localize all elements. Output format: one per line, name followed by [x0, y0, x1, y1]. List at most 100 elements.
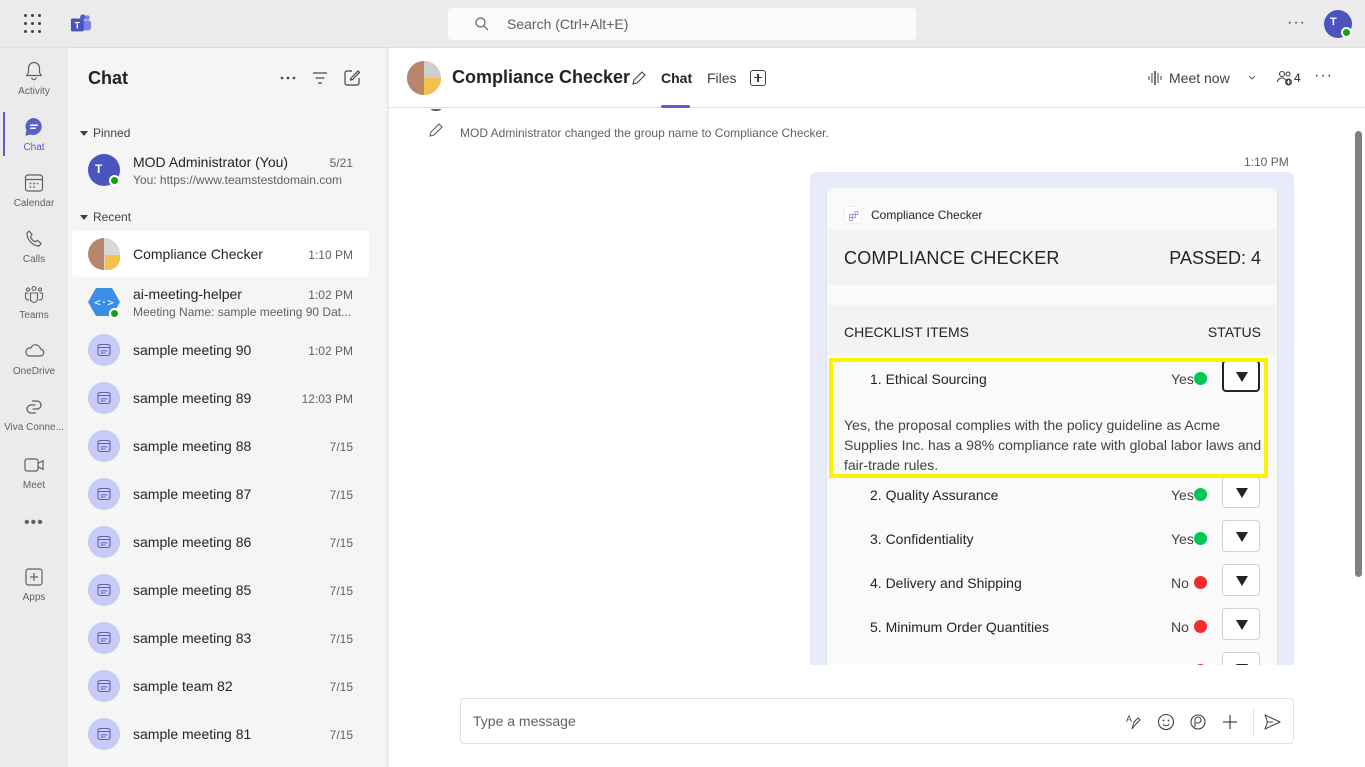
meet-now-button[interactable]: Meet now	[1147, 69, 1230, 89]
rail-item-apps[interactable]: Apps	[0, 558, 68, 614]
more-apps-button[interactable]: •••	[24, 514, 44, 532]
rail-item-viva-connections[interactable]: Viva Conne...	[0, 388, 68, 444]
caret-down-icon	[1236, 664, 1248, 665]
chat-item-compliance-checker[interactable]: Compliance Checker 1:10 PM	[72, 231, 369, 277]
rail-label: Meet	[22, 480, 46, 491]
search-input[interactable]: Search (Ctrl+Alt+E)	[448, 8, 916, 40]
chat-item-meeting[interactable]: sample meeting 85 7/15	[72, 567, 369, 613]
chat-time: 7/15	[329, 584, 353, 598]
expand-details-button[interactable]	[1222, 476, 1260, 508]
checklist-item-label: 3. Confidentiality	[870, 531, 974, 547]
caret-down-icon	[1236, 532, 1248, 542]
attach-plus-icon[interactable]	[1220, 712, 1240, 732]
checklist-item-label: 2. Quality Assurance	[870, 487, 999, 503]
profile-avatar[interactable]: T	[1324, 10, 1352, 38]
checklist-item-label: 4. Delivery and Shipping	[870, 575, 1022, 591]
expand-details-button[interactable]	[1222, 608, 1260, 640]
format-icon[interactable]: A	[1124, 712, 1144, 732]
chat-name: Compliance Checker	[133, 246, 263, 262]
rail-item-activity[interactable]: Activity	[0, 52, 68, 108]
section-label: Pinned	[93, 126, 131, 140]
viva-connections-icon	[26, 400, 42, 414]
chat-item-meeting[interactable]: sample meeting 86 7/15	[72, 519, 369, 565]
app-icon	[844, 206, 862, 224]
settings-more-button[interactable]: ···	[1287, 14, 1306, 32]
rail-item-calls[interactable]: Calls	[0, 220, 68, 276]
new-chat-icon[interactable]	[342, 68, 362, 88]
meeting-avatar	[88, 334, 120, 366]
tab-files[interactable]: Files	[707, 70, 737, 86]
chat-item-meeting[interactable]: sample team 82 7/15	[72, 663, 369, 709]
calendar-icon	[97, 679, 111, 693]
chat-time: 7/15	[329, 680, 353, 694]
chat-name: sample meeting 87	[133, 486, 252, 502]
send-icon[interactable]	[1262, 712, 1282, 732]
meeting-avatar	[88, 718, 120, 750]
status-dot-icon	[1194, 488, 1207, 501]
expand-details-button[interactable]	[1222, 360, 1260, 392]
status-text: Yes	[1171, 531, 1194, 547]
chat-name: MOD Administrator (You)	[133, 154, 289, 170]
rail-item-calendar[interactable]: Calendar	[0, 164, 68, 220]
calendar-icon	[97, 535, 111, 549]
message-input[interactable]	[473, 711, 1093, 731]
caret-down-icon	[1236, 372, 1248, 382]
rail-label: Chat	[23, 142, 45, 153]
status-dot-icon	[1194, 576, 1207, 589]
chat-item-meeting[interactable]: sample meeting 88 7/15	[72, 423, 369, 469]
presence-available-icon	[109, 308, 120, 319]
bell-icon	[25, 61, 43, 81]
status-text: Yes	[1171, 487, 1194, 503]
calendar-icon	[97, 583, 111, 597]
card-title-row: COMPLIANCE CHECKER PASSED: 4	[827, 230, 1277, 285]
loop-component-icon[interactable]	[1188, 712, 1208, 732]
chat-name: sample team 82	[133, 678, 233, 694]
chat-item-meeting[interactable]: sample meeting 81 7/15	[72, 711, 369, 757]
chat-time: 7/15	[329, 488, 353, 502]
chevron-down-icon[interactable]	[1247, 72, 1257, 82]
tab-chat[interactable]: Chat	[661, 70, 692, 86]
chat-time: 1:02 PM	[308, 344, 353, 358]
chat-list-title: Chat	[88, 68, 128, 88]
chat-more-options-button[interactable]: ···	[1314, 67, 1333, 85]
chat-time: 1:02 PM	[308, 288, 353, 302]
expand-details-button[interactable]	[1222, 652, 1260, 665]
message-scrollbar[interactable]	[1355, 131, 1362, 577]
chat-item-meeting[interactable]: sample meeting 89 12:03 PM	[72, 375, 369, 421]
add-tab-icon[interactable]	[750, 70, 766, 86]
chat-time: 12:03 PM	[301, 392, 353, 406]
app-launcher-icon[interactable]	[24, 14, 44, 34]
caret-down-icon	[1236, 488, 1248, 498]
filter-icon[interactable]	[310, 68, 330, 88]
expand-details-button[interactable]	[1222, 564, 1260, 596]
section-recent[interactable]: Recent	[80, 210, 131, 224]
rail-item-meet[interactable]: Meet	[0, 446, 68, 502]
section-label: Recent	[93, 210, 132, 224]
phone-icon	[26, 230, 42, 247]
add-app-icon	[25, 568, 43, 586]
chat-item-meeting[interactable]: sample meeting 90 1:02 PM	[72, 327, 369, 373]
expand-details-button[interactable]	[1222, 520, 1260, 552]
more-options-icon[interactable]	[278, 68, 298, 88]
rename-pencil-icon[interactable]	[630, 69, 648, 87]
meeting-avatar	[88, 430, 120, 462]
participants-button[interactable]: 4	[1276, 69, 1301, 87]
chat-item-ai-meeting-helper[interactable]: <·> ai-meeting-helper 1:02 PM Meeting Na…	[72, 279, 369, 325]
chat-time: 7/15	[329, 632, 353, 646]
chat-preview: You: https://www.teamstestdomain.com	[133, 173, 342, 187]
emoji-icon[interactable]	[1156, 712, 1176, 732]
column-checklist-items: CHECKLIST ITEMS	[844, 324, 969, 340]
chat-item-meeting[interactable]: sample meeting 87 7/15	[72, 471, 369, 517]
rail-label: Viva Conne...	[4, 422, 64, 433]
chat-item-mod-administrator[interactable]: T MOD Administrator (You) 5/21 You: http…	[72, 147, 369, 193]
rail-item-onedrive[interactable]: OneDrive	[0, 332, 68, 388]
checklist-header: CHECKLIST ITEMS STATUS	[827, 305, 1277, 355]
rail-item-teams[interactable]: Teams	[0, 276, 68, 332]
chat-title: Compliance Checker	[452, 67, 631, 87]
caret-down-icon	[1236, 576, 1248, 586]
chat-item-meeting[interactable]: sample meeting 83 7/15	[72, 615, 369, 661]
meeting-avatar	[88, 622, 120, 654]
section-pinned[interactable]: Pinned	[80, 126, 130, 140]
group-avatar	[407, 61, 441, 95]
rail-item-chat[interactable]: Chat	[0, 108, 68, 164]
